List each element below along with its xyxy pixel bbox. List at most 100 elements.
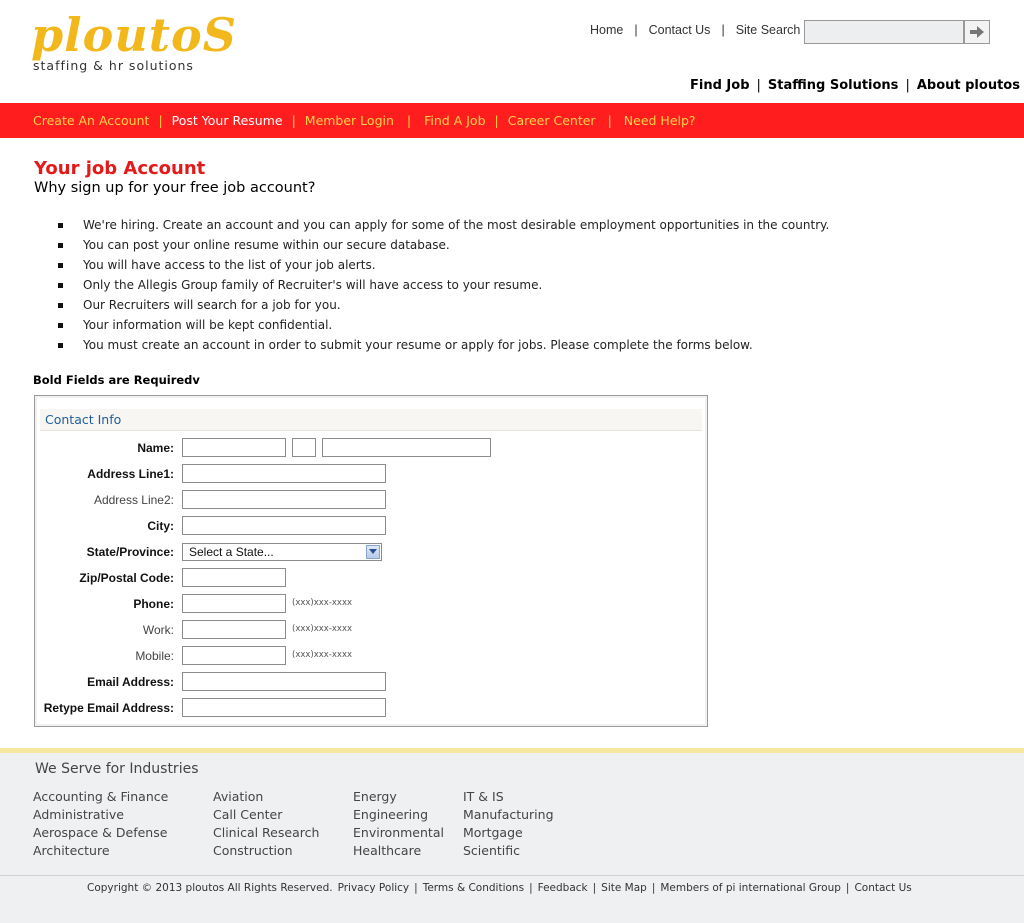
- divider: |: [529, 882, 533, 894]
- phone-label: Phone:: [133, 597, 174, 611]
- address1-input[interactable]: [182, 464, 386, 483]
- copyright-bar: Copyright © 2013 ploutos All Rights Rese…: [87, 882, 912, 894]
- divider: |: [291, 113, 296, 128]
- industry-link[interactable]: Administrative: [33, 806, 168, 824]
- address2-input[interactable]: [182, 490, 386, 509]
- footer-link-contact[interactable]: Contact Us: [854, 882, 911, 894]
- work-phone-input[interactable]: [182, 620, 286, 639]
- divider: |: [905, 78, 910, 93]
- industry-link[interactable]: Aerospace & Defense: [33, 824, 168, 842]
- industry-link[interactable]: Environmental: [353, 824, 444, 842]
- phone-input[interactable]: [182, 594, 286, 613]
- footer-link-privacy[interactable]: Privacy Policy: [338, 882, 410, 894]
- nav-find-a-job[interactable]: Find A Job: [424, 113, 485, 128]
- industries-column: Aviation Call Center Clinical Research C…: [213, 788, 319, 860]
- industry-link[interactable]: Accounting & Finance: [33, 788, 168, 806]
- list-item: We're hiring. Create an account and you …: [56, 215, 829, 235]
- mobile-format-hint: (xxx)xxx-xxxx: [292, 650, 353, 660]
- nav-find-job[interactable]: Find Job: [690, 78, 750, 93]
- city-input[interactable]: [182, 516, 386, 535]
- divider: |: [721, 23, 725, 37]
- mobile-row: Mobile: (xxx)xxx-xxxx: [35, 646, 707, 666]
- mobile-phone-input[interactable]: [182, 646, 286, 665]
- nav-career-center[interactable]: Career Center: [508, 113, 596, 128]
- mobile-label: Mobile:: [135, 649, 174, 663]
- email-label: Email Address:: [87, 675, 174, 689]
- divider: |: [494, 113, 499, 128]
- state-select-value: Select a State...: [189, 545, 274, 559]
- retype-email-input[interactable]: [182, 698, 386, 717]
- list-item: Our Recruiters will search for a job for…: [56, 295, 829, 315]
- page-title: Your job Account: [34, 158, 206, 179]
- industry-link[interactable]: Scientific: [463, 842, 554, 860]
- work-row: Work: (xxx)xxx-xxxx: [35, 620, 707, 640]
- zip-label: Zip/Postal Code:: [79, 571, 174, 585]
- form-section-title: Contact Info: [45, 412, 122, 427]
- industry-link[interactable]: Engineering: [353, 806, 444, 824]
- footer: We Serve for Industries Accounting & Fin…: [0, 753, 1024, 923]
- arrow-right-icon: [970, 26, 984, 38]
- industry-link[interactable]: IT & IS: [463, 788, 554, 806]
- phone-row: Phone: (xxx)xxx-xxxx: [35, 594, 707, 614]
- top-links: Home | Contact Us | Site Search: [590, 23, 800, 37]
- city-row: City:: [35, 516, 707, 536]
- industry-link[interactable]: Clinical Research: [213, 824, 319, 842]
- benefits-list: We're hiring. Create an account and you …: [56, 215, 829, 355]
- industries-title: We Serve for Industries: [35, 761, 199, 777]
- zip-row: Zip/Postal Code:: [35, 568, 707, 588]
- list-item: You will have access to the list of your…: [56, 255, 829, 275]
- first-name-input[interactable]: [182, 438, 286, 457]
- divider: |: [592, 882, 597, 894]
- industry-link[interactable]: Call Center: [213, 806, 319, 824]
- state-select[interactable]: Select a State...: [182, 543, 382, 561]
- divider: |: [158, 113, 163, 128]
- search-submit-button[interactable]: [964, 20, 990, 44]
- phone-format-hint: (xxx)xxx-xxxx: [292, 598, 353, 608]
- nav-staffing-solutions[interactable]: Staffing Solutions: [768, 78, 899, 93]
- nav-post-resume[interactable]: Post Your Resume: [172, 113, 283, 128]
- address1-row: Address Line1:: [35, 464, 707, 484]
- industries-column: IT & IS Manufacturing Mortgage Scientifi…: [463, 788, 554, 860]
- form-section-header: Contact Info: [40, 409, 702, 431]
- industry-link[interactable]: Construction: [213, 842, 319, 860]
- site-search-input[interactable]: [804, 20, 964, 44]
- nav-about-ploutos[interactable]: About ploutos: [917, 78, 1020, 93]
- industry-link[interactable]: Aviation: [213, 788, 319, 806]
- main-nav: Find Job | Staffing Solutions | About pl…: [690, 78, 1020, 93]
- toplink-site-search: Site Search: [735, 23, 801, 37]
- logo-wordmark: ploutoS: [31, 8, 237, 62]
- last-name-input[interactable]: [322, 438, 491, 457]
- list-item: You must create an account in order to s…: [56, 335, 829, 355]
- industries-column: Accounting & Finance Administrative Aero…: [33, 788, 168, 860]
- industry-link[interactable]: Energy: [353, 788, 444, 806]
- industry-link[interactable]: Architecture: [33, 842, 168, 860]
- email-input[interactable]: [182, 672, 386, 691]
- footer-link-site-map[interactable]: Site Map: [601, 882, 647, 894]
- copyright-text: Copyright © 2013 ploutos All Rights Rese…: [87, 882, 333, 894]
- retype-email-row: Retype Email Address:: [35, 698, 707, 718]
- middle-initial-input[interactable]: [292, 438, 316, 457]
- zip-input[interactable]: [182, 568, 286, 587]
- ploutos-logo[interactable]: ploutoS staffing & hr solutions: [31, 8, 246, 76]
- toplink-home[interactable]: Home: [590, 23, 623, 37]
- address2-label: Address Line2:: [93, 493, 174, 507]
- footer-link-feedback[interactable]: Feedback: [538, 882, 588, 894]
- footer-link-members[interactable]: Members of pi international Group: [660, 882, 841, 894]
- nav-create-account[interactable]: Create An Account: [33, 113, 149, 128]
- nav-need-help[interactable]: Need Help?: [624, 113, 696, 128]
- logo-tagline: staffing & hr solutions: [33, 58, 194, 73]
- industries-column: Energy Engineering Environmental Healthc…: [353, 788, 444, 860]
- name-label: Name:: [137, 441, 174, 455]
- address2-row: Address Line2:: [35, 490, 707, 510]
- industry-link[interactable]: Mortgage: [463, 824, 554, 842]
- industry-link[interactable]: Healthcare: [353, 842, 444, 860]
- toplink-contact-us[interactable]: Contact Us: [649, 23, 711, 37]
- divider: |: [414, 882, 418, 894]
- nav-member-login[interactable]: Member Login: [305, 113, 394, 128]
- divider: |: [406, 113, 412, 128]
- divider: |: [634, 23, 638, 37]
- chevron-down-icon[interactable]: [366, 545, 380, 559]
- state-row: State/Province: Select a State...: [35, 542, 707, 562]
- footer-link-terms[interactable]: Terms & Conditions: [423, 882, 524, 894]
- industry-link[interactable]: Manufacturing: [463, 806, 554, 824]
